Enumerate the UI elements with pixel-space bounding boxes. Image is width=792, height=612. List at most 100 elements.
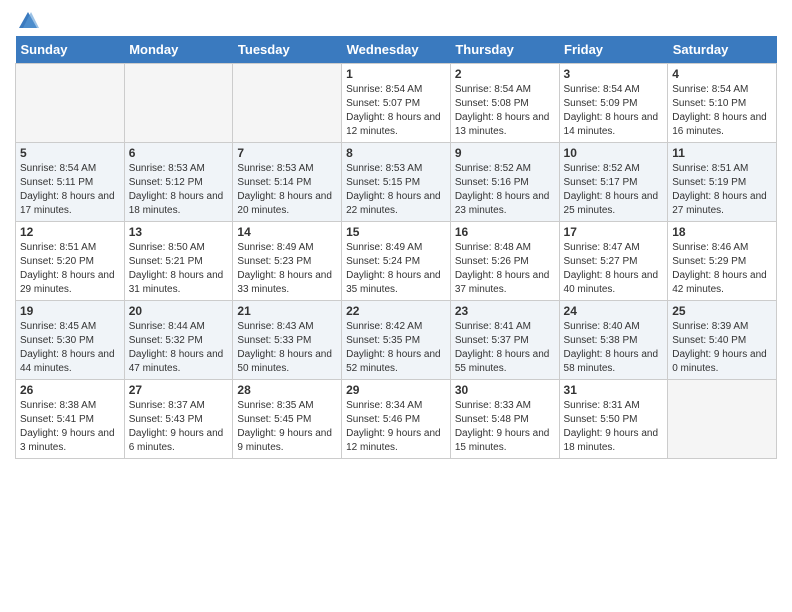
sunset-time: 5:46 PM xyxy=(383,414,420,425)
day-info: Sunrise: 8:31 AM Sunset: 5:50 PM Dayligh… xyxy=(564,399,664,455)
calendar-cell: 1 Sunrise: 8:54 AM Sunset: 5:07 PM Dayli… xyxy=(342,64,451,143)
sunrise-label: Sunrise: xyxy=(672,242,711,253)
daylight-label: Daylight: 9 hours and 15 minutes. xyxy=(455,428,550,453)
day-number: 6 xyxy=(129,146,229,160)
day-number: 20 xyxy=(129,304,229,318)
sunrise-label: Sunrise: xyxy=(129,163,168,174)
header-tuesday: Tuesday xyxy=(233,36,342,64)
sunset-time: 5:29 PM xyxy=(709,256,746,267)
sunset-time: 5:19 PM xyxy=(709,177,746,188)
sunrise-time: 8:53 AM xyxy=(277,163,314,174)
sunset-label: Sunset: xyxy=(346,335,383,346)
sunset-time: 5:15 PM xyxy=(383,177,420,188)
sunset-label: Sunset: xyxy=(455,177,492,188)
sunset-label: Sunset: xyxy=(237,177,274,188)
day-info: Sunrise: 8:47 AM Sunset: 5:27 PM Dayligh… xyxy=(564,241,664,297)
day-number: 10 xyxy=(564,146,664,160)
daylight-label: Daylight: 9 hours and 12 minutes. xyxy=(346,428,441,453)
sunrise-time: 8:47 AM xyxy=(603,242,640,253)
day-info: Sunrise: 8:46 AM Sunset: 5:29 PM Dayligh… xyxy=(672,241,772,297)
day-info: Sunrise: 8:38 AM Sunset: 5:41 PM Dayligh… xyxy=(20,399,120,455)
day-number: 9 xyxy=(455,146,555,160)
sunset-label: Sunset: xyxy=(346,414,383,425)
calendar-cell: 24 Sunrise: 8:40 AM Sunset: 5:38 PM Dayl… xyxy=(559,301,668,380)
sunrise-label: Sunrise: xyxy=(20,163,59,174)
day-number: 1 xyxy=(346,67,446,81)
calendar-cell xyxy=(124,64,233,143)
sunset-time: 5:33 PM xyxy=(274,335,311,346)
calendar-cell: 19 Sunrise: 8:45 AM Sunset: 5:30 PM Dayl… xyxy=(16,301,125,380)
calendar-cell: 26 Sunrise: 8:38 AM Sunset: 5:41 PM Dayl… xyxy=(16,380,125,459)
daylight-label: Daylight: 8 hours and 44 minutes. xyxy=(20,349,115,374)
sunset-label: Sunset: xyxy=(20,177,57,188)
sunrise-time: 8:54 AM xyxy=(59,163,96,174)
sunset-label: Sunset: xyxy=(455,414,492,425)
sunrise-time: 8:50 AM xyxy=(168,242,205,253)
sunset-time: 5:14 PM xyxy=(274,177,311,188)
sunset-time: 5:26 PM xyxy=(492,256,529,267)
daylight-label: Daylight: 9 hours and 3 minutes. xyxy=(20,428,115,453)
daylight-label: Daylight: 8 hours and 16 minutes. xyxy=(672,112,767,137)
day-number: 25 xyxy=(672,304,772,318)
daylight-label: Daylight: 8 hours and 29 minutes. xyxy=(20,270,115,295)
daylight-label: Daylight: 9 hours and 0 minutes. xyxy=(672,349,767,374)
sunrise-label: Sunrise: xyxy=(346,321,385,332)
day-number: 11 xyxy=(672,146,772,160)
day-info: Sunrise: 8:49 AM Sunset: 5:24 PM Dayligh… xyxy=(346,241,446,297)
sunset-label: Sunset: xyxy=(564,256,601,267)
sunset-time: 5:38 PM xyxy=(600,335,637,346)
sunset-label: Sunset: xyxy=(672,98,709,109)
sunrise-label: Sunrise: xyxy=(346,163,385,174)
daylight-label: Daylight: 9 hours and 18 minutes. xyxy=(564,428,659,453)
sunrise-label: Sunrise: xyxy=(237,321,276,332)
sunrise-label: Sunrise: xyxy=(237,400,276,411)
sunset-label: Sunset: xyxy=(346,98,383,109)
day-number: 18 xyxy=(672,225,772,239)
day-info: Sunrise: 8:54 AM Sunset: 5:10 PM Dayligh… xyxy=(672,83,772,139)
daylight-label: Daylight: 8 hours and 42 minutes. xyxy=(672,270,767,295)
sunrise-label: Sunrise: xyxy=(672,321,711,332)
day-number: 14 xyxy=(237,225,337,239)
daylight-label: Daylight: 8 hours and 12 minutes. xyxy=(346,112,441,137)
sunrise-time: 8:33 AM xyxy=(494,400,531,411)
daylight-label: Daylight: 8 hours and 14 minutes. xyxy=(564,112,659,137)
sunrise-time: 8:43 AM xyxy=(277,321,314,332)
day-info: Sunrise: 8:45 AM Sunset: 5:30 PM Dayligh… xyxy=(20,320,120,376)
sunset-time: 5:11 PM xyxy=(57,177,94,188)
daylight-label: Daylight: 8 hours and 18 minutes. xyxy=(129,191,224,216)
sunrise-label: Sunrise: xyxy=(237,163,276,174)
sunset-label: Sunset: xyxy=(455,335,492,346)
day-number: 12 xyxy=(20,225,120,239)
day-number: 21 xyxy=(237,304,337,318)
day-info: Sunrise: 8:48 AM Sunset: 5:26 PM Dayligh… xyxy=(455,241,555,297)
daylight-label: Daylight: 9 hours and 9 minutes. xyxy=(237,428,332,453)
sunset-label: Sunset: xyxy=(346,177,383,188)
day-number: 13 xyxy=(129,225,229,239)
header-monday: Monday xyxy=(124,36,233,64)
calendar-cell: 10 Sunrise: 8:52 AM Sunset: 5:17 PM Dayl… xyxy=(559,143,668,222)
sunset-time: 5:23 PM xyxy=(274,256,311,267)
calendar-cell: 11 Sunrise: 8:51 AM Sunset: 5:19 PM Dayl… xyxy=(668,143,777,222)
sunrise-label: Sunrise: xyxy=(564,321,603,332)
sunrise-time: 8:51 AM xyxy=(59,242,96,253)
daylight-label: Daylight: 8 hours and 22 minutes. xyxy=(346,191,441,216)
day-number: 8 xyxy=(346,146,446,160)
daylight-label: Daylight: 8 hours and 20 minutes. xyxy=(237,191,332,216)
daylight-label: Daylight: 8 hours and 25 minutes. xyxy=(564,191,659,216)
daylight-label: Daylight: 8 hours and 23 minutes. xyxy=(455,191,550,216)
day-number: 4 xyxy=(672,67,772,81)
sunrise-time: 8:34 AM xyxy=(386,400,423,411)
day-info: Sunrise: 8:54 AM Sunset: 5:08 PM Dayligh… xyxy=(455,83,555,139)
sunset-label: Sunset: xyxy=(20,414,57,425)
day-number: 30 xyxy=(455,383,555,397)
calendar-cell: 18 Sunrise: 8:46 AM Sunset: 5:29 PM Dayl… xyxy=(668,222,777,301)
sunset-time: 5:48 PM xyxy=(492,414,529,425)
sunrise-time: 8:54 AM xyxy=(494,84,531,95)
sunrise-label: Sunrise: xyxy=(672,84,711,95)
sunset-label: Sunset: xyxy=(129,256,166,267)
sunset-time: 5:37 PM xyxy=(492,335,529,346)
sunset-time: 5:16 PM xyxy=(492,177,529,188)
daylight-label: Daylight: 8 hours and 52 minutes. xyxy=(346,349,441,374)
daylight-label: Daylight: 8 hours and 40 minutes. xyxy=(564,270,659,295)
sunset-label: Sunset: xyxy=(564,414,601,425)
